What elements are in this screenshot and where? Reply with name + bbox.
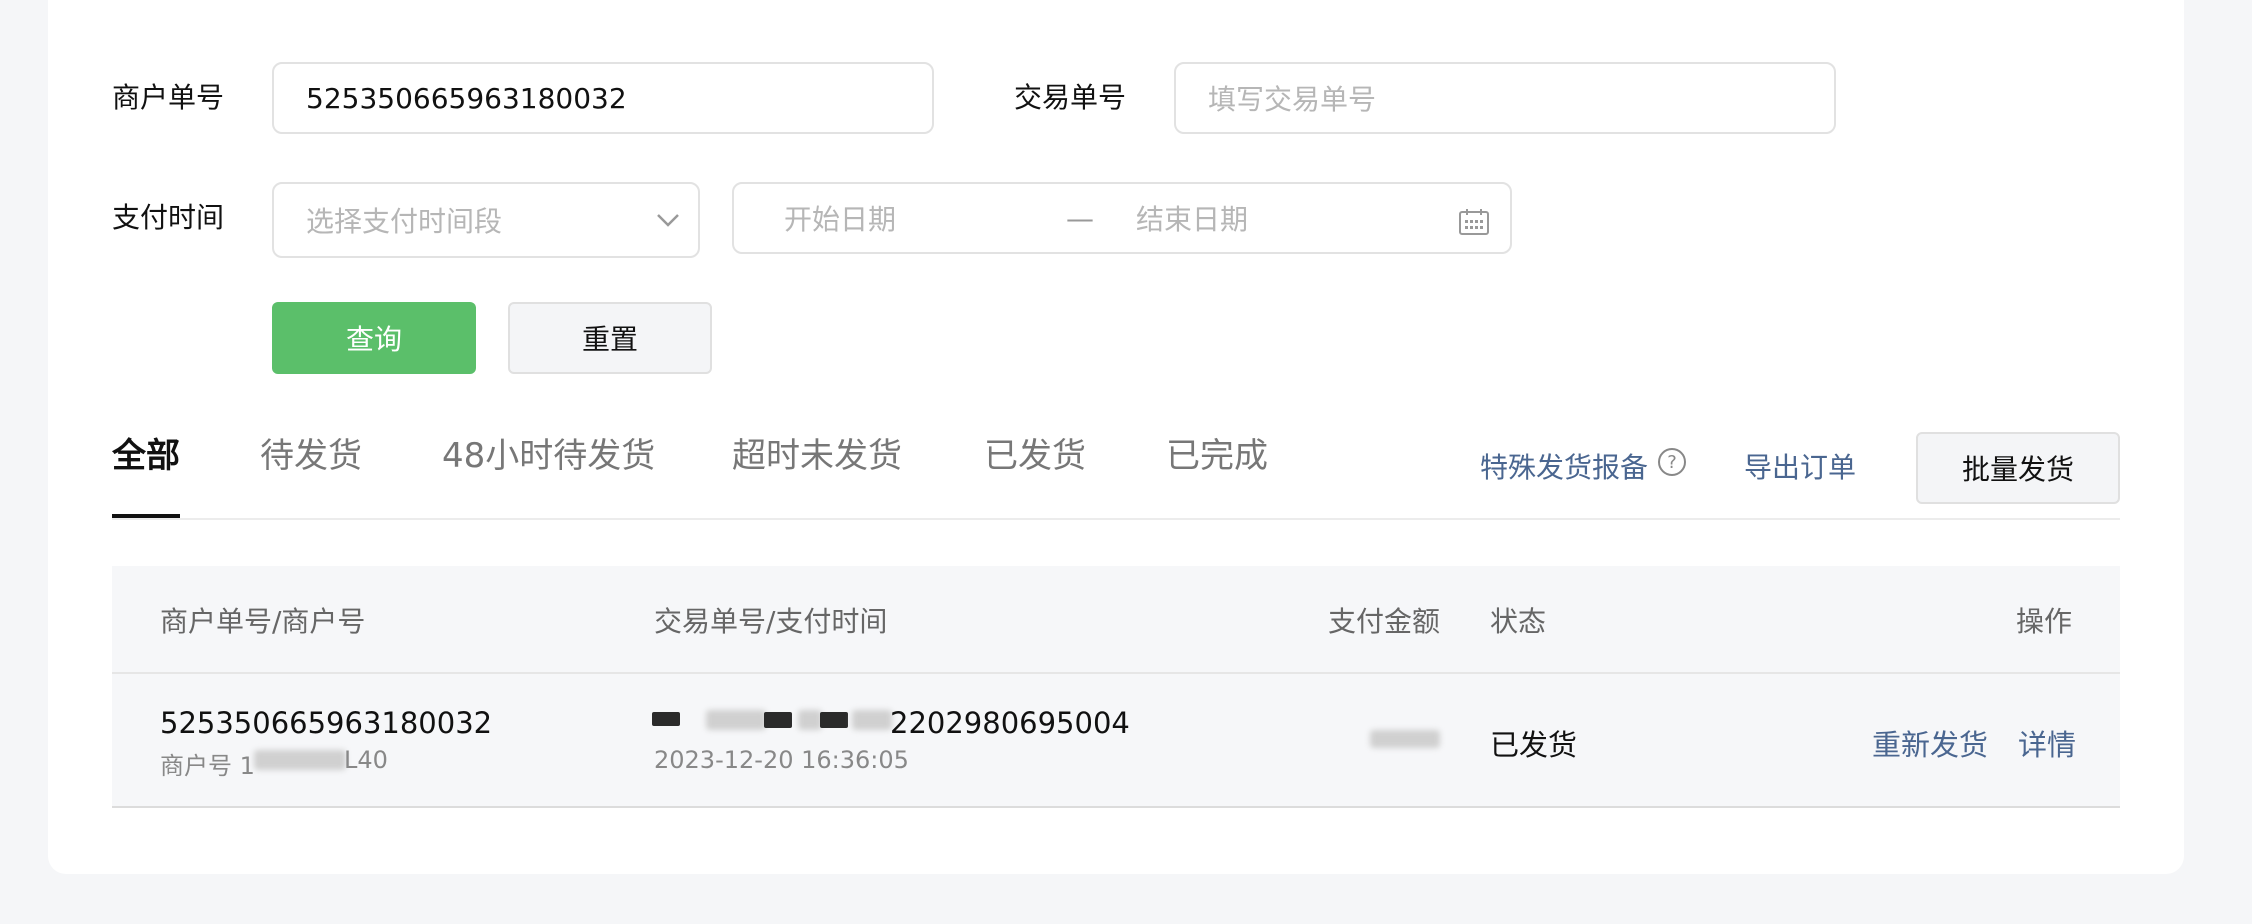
row-status: 已发货 [1490,728,1578,762]
reship-link[interactable]: 重新发货 [1872,722,1988,764]
tab-all[interactable]: 全部 [112,432,180,480]
trade-order-placeholder: 填写交易单号 [1208,83,1377,116]
date-separator: — [1066,201,1094,235]
tabs-divider [112,518,2120,520]
trade-no-mask [764,712,792,728]
tab-shipped[interactable]: 已发货 [984,432,1086,480]
tab-completed[interactable]: 已完成 [1166,432,1268,480]
calendar-icon [1459,209,1489,235]
merchant-order-label: 商户单号 [112,81,225,114]
col-merchant: 商户单号/商户号 [160,605,366,638]
trade-no-mask [652,712,680,726]
trade-order-label: 交易单号 [1014,81,1127,114]
tab-pending-ship[interactable]: 待发货 [260,432,362,480]
start-date-placeholder: 开始日期 [784,203,897,236]
row-trade-no: 2202980695004 [890,706,1130,740]
export-orders-link[interactable]: 导出订单 [1744,446,1856,486]
reset-button[interactable]: 重置 [508,302,712,374]
merchant-order-value: 525350665963180032 [306,81,627,115]
row-merchant-order: 525350665963180032 [160,706,493,740]
pay-time-label: 支付时间 [112,201,225,234]
row-merchant-no-prefix: 商户号 1 [160,752,255,780]
col-status: 状态 [1490,605,1547,638]
special-report-link[interactable]: 特殊发货报备 [1480,446,1648,486]
merchant-order-input[interactable]: 525350665963180032 [272,62,934,134]
trade-no-mask [820,712,848,728]
merchant-no-redaction [254,750,346,770]
amount-redaction [1370,730,1440,748]
row-merchant-no-suffix: L40 [344,746,388,774]
tab-48h-pending[interactable]: 48小时待发货 [442,432,655,480]
batch-ship-button[interactable]: 批量发货 [1916,432,2120,504]
table-header [112,566,2120,672]
trade-no-redaction [706,710,766,730]
query-button[interactable]: 查询 [272,302,476,374]
col-amount: 支付金额 [1328,605,1441,638]
col-trade: 交易单号/支付时间 [654,605,888,638]
date-range-picker[interactable]: 开始日期 — 结束日期 [732,182,1512,254]
table-row [112,672,2120,808]
chevron-down-icon [657,214,679,227]
end-date-placeholder: 结束日期 [1136,203,1249,236]
trade-no-redaction [852,710,892,730]
col-ops: 操作 [2016,605,2073,638]
trade-no-redaction [798,710,822,730]
row-pay-time: 2023-12-20 16:36:05 [654,746,909,774]
trade-order-input[interactable]: 填写交易单号 [1174,62,1836,134]
detail-link[interactable]: 详情 [2018,722,2076,764]
help-icon[interactable]: ? [1658,448,1686,476]
tab-overdue[interactable]: 超时未发货 [732,432,902,480]
pay-time-select[interactable]: 选择支付时间段 [272,182,700,258]
pay-time-select-placeholder: 选择支付时间段 [306,205,503,238]
